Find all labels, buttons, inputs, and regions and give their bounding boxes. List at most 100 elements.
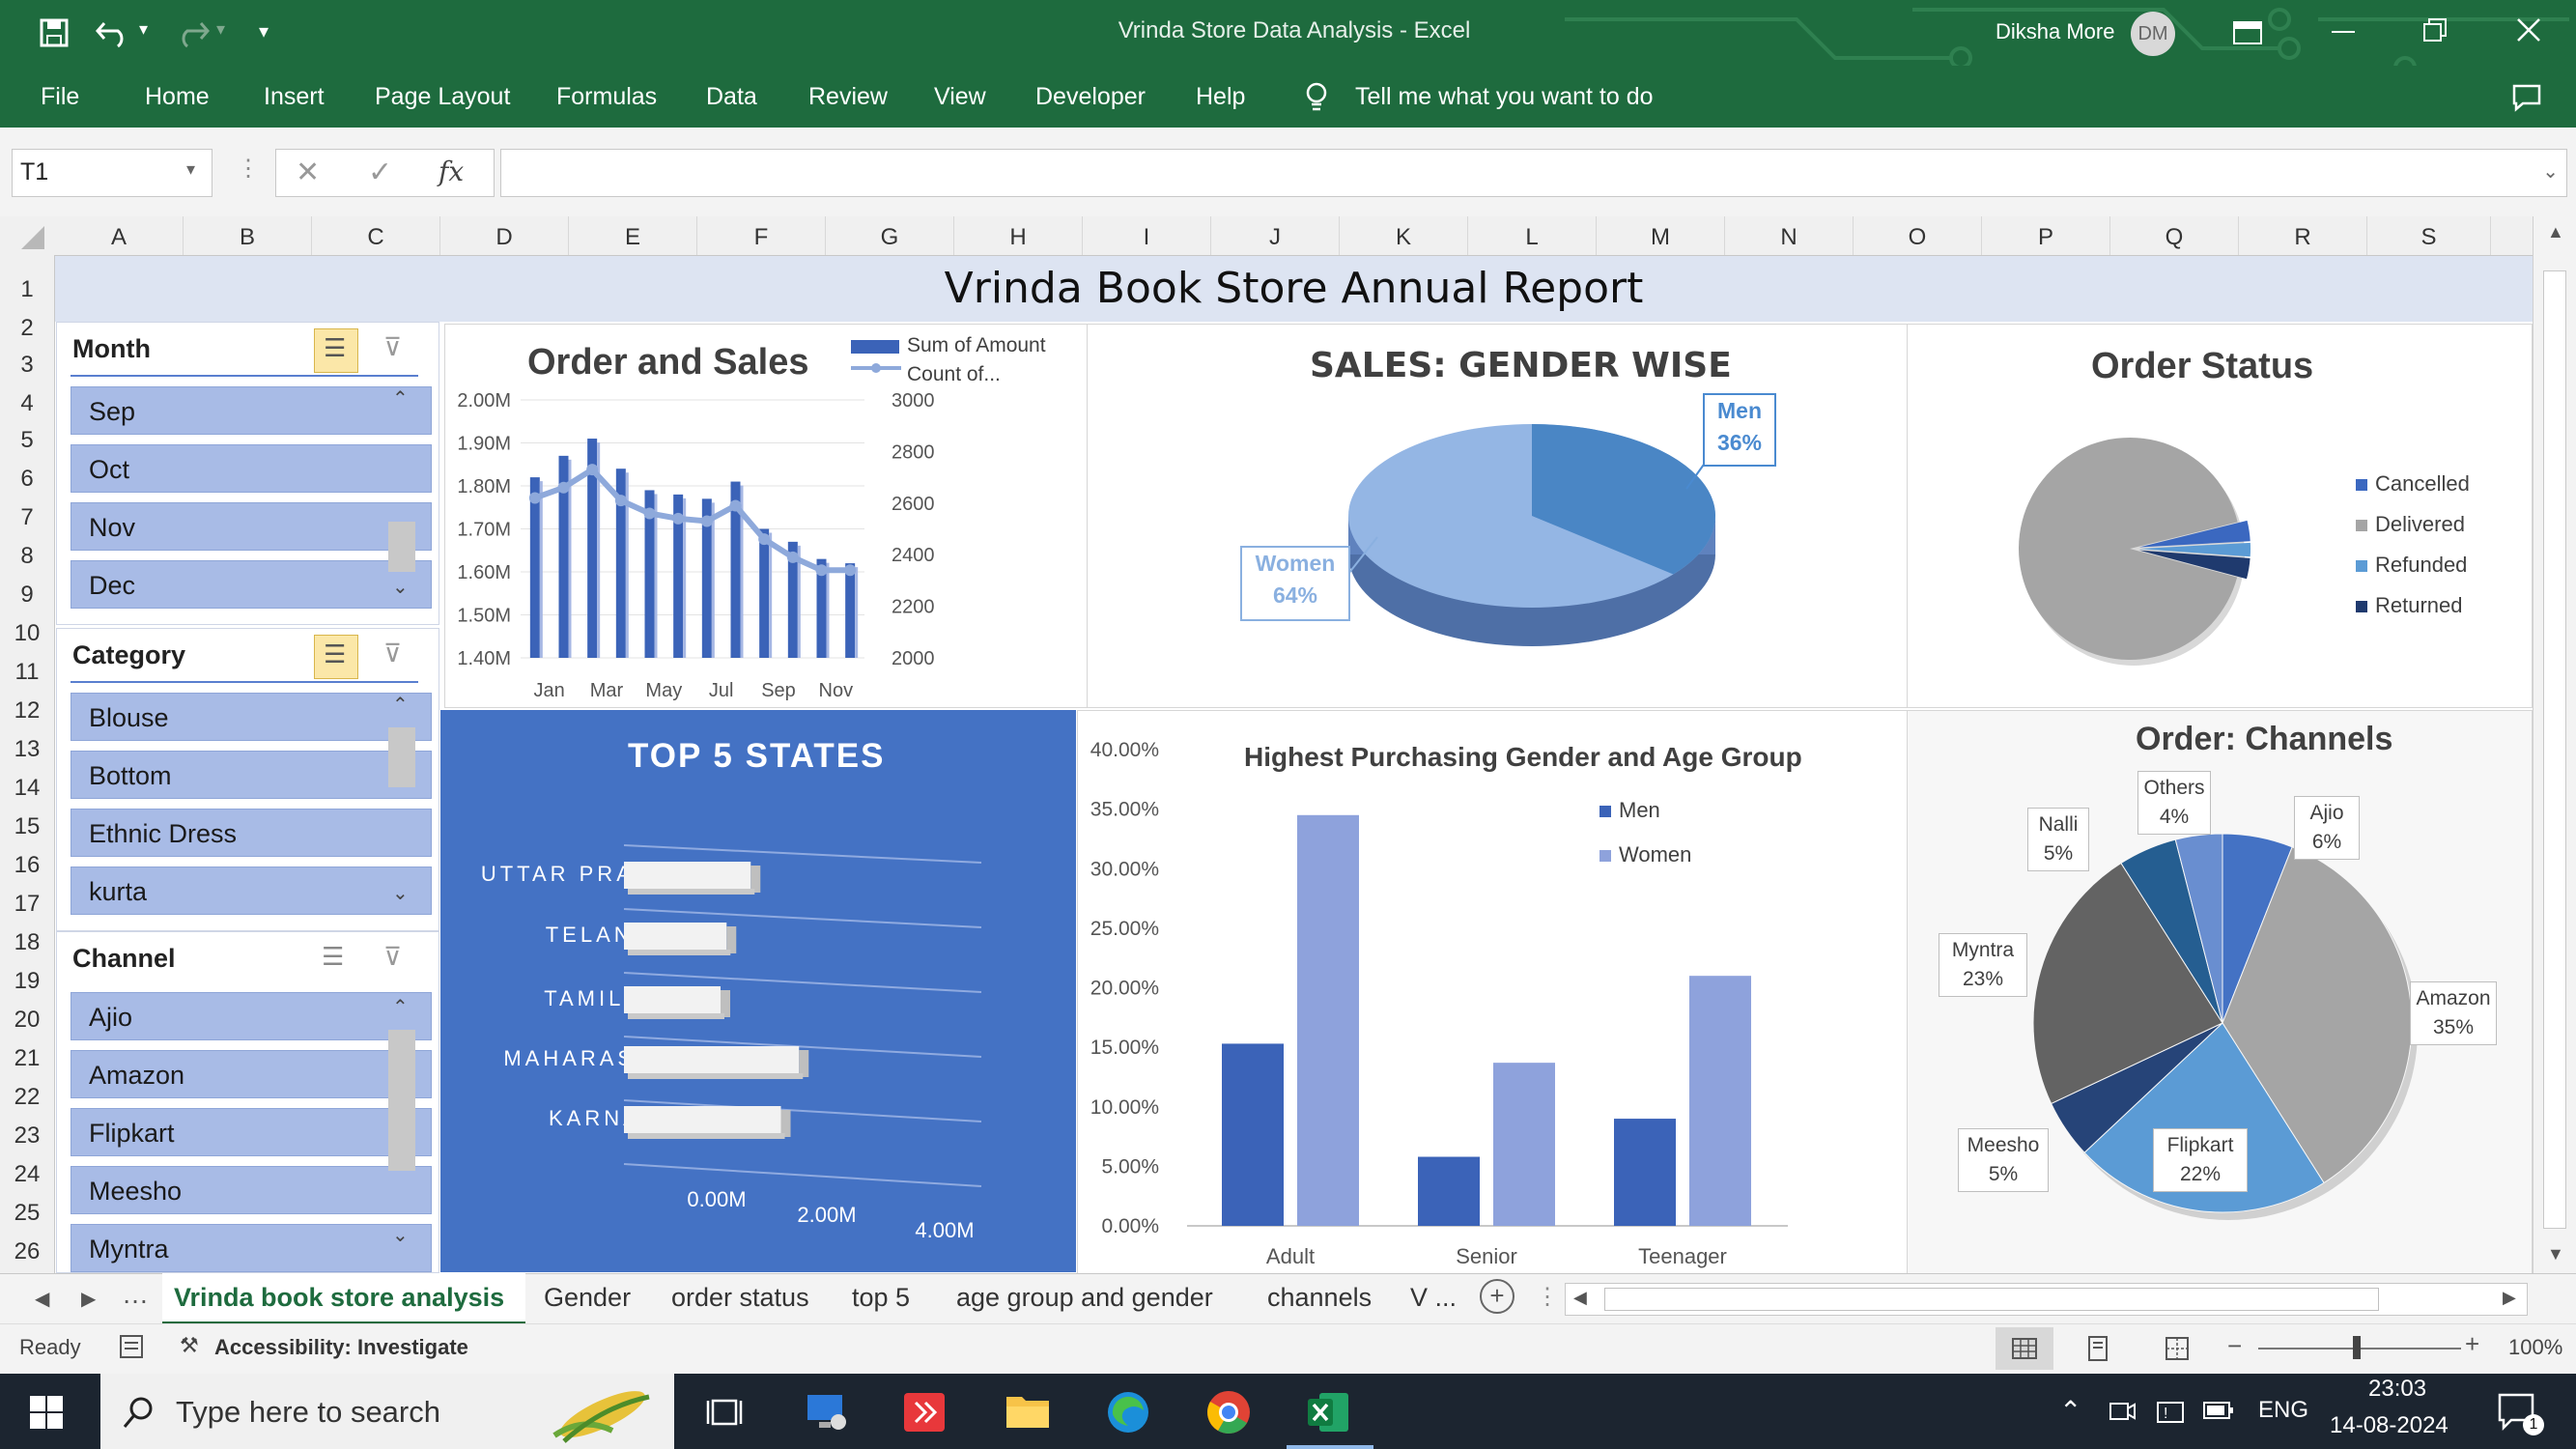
- name-box[interactable]: T1 ▾: [12, 149, 212, 197]
- row-header[interactable]: 25: [0, 1200, 54, 1227]
- chart-order-and-sales[interactable]: Order and Sales Sum of Amount Count of..…: [444, 324, 1088, 708]
- column-header[interactable]: Q: [2110, 216, 2239, 255]
- clear-filter-icon[interactable]: ⊽: [383, 639, 402, 668]
- column-header[interactable]: N: [1725, 216, 1854, 255]
- scroll-down-icon[interactable]: ⌄: [392, 1223, 409, 1247]
- scroll-thumb[interactable]: [1604, 1288, 2379, 1311]
- column-header[interactable]: J: [1211, 216, 1340, 255]
- row-header[interactable]: 4: [0, 390, 54, 417]
- file-explorer-icon[interactable]: [1005, 1391, 1051, 1432]
- column-header[interactable]: H: [954, 216, 1083, 255]
- row-header[interactable]: 1: [0, 276, 54, 303]
- battery-icon[interactable]: [2202, 1399, 2235, 1422]
- scroll-down-icon[interactable]: ▼: [2547, 1244, 2564, 1264]
- slicer-item-meesho[interactable]: Meesho: [71, 1166, 432, 1214]
- expand-formula-icon[interactable]: ⌄: [2542, 159, 2559, 184]
- clock-time[interactable]: 23:03: [2368, 1376, 2426, 1403]
- row-header[interactable]: 21: [0, 1045, 54, 1072]
- battery-warning-icon[interactable]: !: [2154, 1397, 2187, 1426]
- row-header[interactable]: 8: [0, 543, 54, 570]
- slicer-item-flipkart[interactable]: Flipkart: [71, 1108, 432, 1156]
- chart-sales-gender[interactable]: SALES: GENDER WISE Men 36% Women 64%: [1087, 324, 1908, 708]
- tab-developer[interactable]: Developer: [1035, 83, 1146, 111]
- column-header[interactable]: A: [55, 216, 184, 255]
- normal-view-button[interactable]: [1996, 1327, 2053, 1370]
- slicer-item-amazon[interactable]: Amazon: [71, 1050, 432, 1098]
- row-header[interactable]: 14: [0, 775, 54, 802]
- tell-me-search[interactable]: Tell me what you want to do: [1355, 83, 1654, 111]
- restore-icon[interactable]: [2422, 17, 2448, 43]
- zoom-in-icon[interactable]: +: [2465, 1329, 2479, 1359]
- slicer-channel-scrollbar[interactable]: ⌃ ⌄: [386, 995, 417, 1256]
- slicer-item-nov[interactable]: Nov: [71, 502, 432, 551]
- taskbar-search[interactable]: Type here to search: [100, 1374, 674, 1449]
- ribbon-display-options-icon[interactable]: [2231, 19, 2264, 46]
- scroll-thumb[interactable]: [388, 522, 415, 572]
- zoom-slider-thumb[interactable]: [2353, 1336, 2361, 1359]
- slicer-item-ajio[interactable]: Ajio: [71, 992, 432, 1040]
- tab-formulas[interactable]: Formulas: [556, 83, 657, 111]
- tab-page-layout[interactable]: Page Layout: [375, 83, 510, 111]
- slicer-item-myntra[interactable]: Myntra: [71, 1224, 432, 1272]
- tab-active-sheet[interactable]: Vrinda book store analysis: [162, 1273, 525, 1324]
- tab-age-group-and-gender[interactable]: age group and gender: [956, 1283, 1213, 1313]
- excel-icon[interactable]: [1306, 1389, 1352, 1435]
- row-header[interactable]: 7: [0, 504, 54, 531]
- slicer-category-scrollbar[interactable]: ⌃ ⌄: [386, 693, 417, 915]
- multi-select-icon[interactable]: ☰: [322, 942, 344, 972]
- more-tabs-icon[interactable]: …: [122, 1279, 149, 1310]
- chrome-icon[interactable]: [1205, 1389, 1252, 1435]
- column-header[interactable]: P: [1982, 216, 2110, 255]
- scroll-down-icon[interactable]: ⌄: [392, 881, 409, 905]
- redo-dropdown-icon[interactable]: ▾: [216, 19, 225, 40]
- remote-desktop-icon[interactable]: [804, 1391, 850, 1434]
- slicer-month-scrollbar[interactable]: ⌃ ⌄: [386, 386, 417, 609]
- row-header[interactable]: 19: [0, 968, 54, 995]
- slicer-item-dec[interactable]: Dec: [71, 560, 432, 609]
- tab-view[interactable]: View: [934, 83, 986, 111]
- row-header[interactable]: 17: [0, 891, 54, 918]
- tab-help[interactable]: Help: [1196, 83, 1245, 111]
- column-header[interactable]: O: [1854, 216, 1982, 255]
- scroll-tabs-left-icon[interactable]: ◀: [35, 1287, 49, 1311]
- scroll-up-icon[interactable]: ⌃: [392, 386, 409, 411]
- task-view-icon[interactable]: [705, 1395, 744, 1430]
- scroll-thumb[interactable]: [388, 727, 415, 787]
- anydesk-icon[interactable]: [902, 1391, 947, 1434]
- edge-icon[interactable]: [1105, 1389, 1151, 1435]
- tab-order-status[interactable]: order status: [671, 1283, 809, 1313]
- column-header[interactable]: I: [1083, 216, 1211, 255]
- slicer-item-blouse[interactable]: Blouse: [71, 693, 432, 741]
- select-all-corner-icon[interactable]: [17, 224, 46, 251]
- undo-icon[interactable]: [95, 17, 133, 48]
- scroll-left-icon[interactable]: ◀: [1573, 1288, 1587, 1308]
- tabs-splitter-icon[interactable]: ⋮: [1536, 1283, 1559, 1311]
- slicer-item-oct[interactable]: Oct: [71, 444, 432, 493]
- chart-order-status[interactable]: Order Status Cancelled Delivered Refunde…: [1907, 324, 2533, 708]
- formula-input[interactable]: ⌄: [500, 149, 2567, 197]
- tab-home[interactable]: Home: [145, 83, 210, 111]
- column-header[interactable]: K: [1340, 216, 1468, 255]
- row-header[interactable]: 6: [0, 466, 54, 493]
- scroll-up-icon[interactable]: ▲: [2547, 222, 2564, 242]
- row-header[interactable]: 24: [0, 1161, 54, 1188]
- tab-top-5[interactable]: top 5: [852, 1283, 910, 1313]
- page-layout-view-icon[interactable]: [2084, 1335, 2111, 1362]
- scroll-thumb[interactable]: [2543, 270, 2566, 1229]
- row-header[interactable]: 9: [0, 582, 54, 609]
- undo-dropdown-icon[interactable]: ▾: [139, 19, 148, 40]
- close-icon[interactable]: [2516, 17, 2541, 43]
- row-header[interactable]: 5: [0, 427, 54, 454]
- column-header[interactable]: D: [440, 216, 569, 255]
- row-header[interactable]: 3: [0, 352, 54, 379]
- column-header[interactable]: F: [697, 216, 826, 255]
- column-header[interactable]: E: [569, 216, 697, 255]
- chart-top-5-states[interactable]: TOP 5 STATES UTTAR PRADESHTELANGANATAMIL…: [440, 710, 1076, 1272]
- clock-date[interactable]: 14-08-2024: [2330, 1412, 2449, 1439]
- multi-select-icon[interactable]: ☰: [314, 635, 358, 679]
- name-box-dropdown-icon[interactable]: ▾: [186, 159, 195, 180]
- show-hidden-icons-icon[interactable]: ⌃: [2059, 1395, 2081, 1427]
- row-header[interactable]: 18: [0, 929, 54, 956]
- zoom-level[interactable]: 100%: [2508, 1335, 2562, 1360]
- cancel-entry-icon[interactable]: ✕: [296, 156, 320, 189]
